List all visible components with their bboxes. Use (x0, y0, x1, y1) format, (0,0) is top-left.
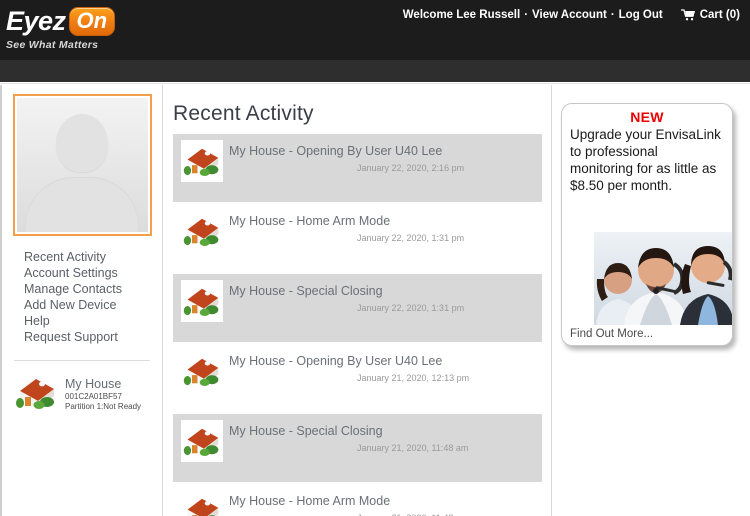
avatar[interactable] (12, 94, 152, 236)
house-icon (181, 490, 223, 516)
activity-title: My House - Opening By User U40 Lee (229, 144, 443, 158)
activity-title: My House - Special Closing (229, 284, 383, 298)
page-root: Eyez On See What Matters Welcome Lee Rus… (0, 0, 750, 516)
welcome-text: Welcome Lee Russell (402, 9, 521, 21)
house-icon (14, 375, 58, 411)
house-icon (181, 420, 223, 462)
house-icon (181, 210, 223, 252)
activity-title: My House - Home Arm Mode (229, 494, 391, 508)
view-account-link[interactable]: View Account (532, 9, 607, 21)
logo-text-main: Eyez (6, 6, 66, 36)
activity-text: My House - Home Arm Mode January 22, 2020… (229, 210, 542, 244)
promo-body-text: Upgrade your EnvisaLink to professional … (570, 127, 721, 193)
activity-row[interactable]: My House - Special Closing January 21, 20… (173, 414, 542, 482)
activity-row[interactable]: My House - Home Arm Mode January 21, 2020… (173, 484, 542, 516)
activity-timestamp: January 22, 2020, 1:31 pm (357, 233, 465, 243)
activity-row[interactable]: My House - Special Closing January 22, 20… (173, 274, 542, 342)
house-icon (181, 350, 223, 392)
house-icon (181, 280, 223, 322)
main-content: Recent Activity My House - Opening By Us… (164, 85, 552, 516)
header-nav: Welcome Lee Russell · View Account · Log… (403, 9, 740, 21)
activity-text: My House - Special Closing January 21, 20… (229, 420, 542, 454)
device-id: 001C2A01BF57 (65, 392, 122, 401)
promo-column: NEW Upgrade your EnvisaLink to professio… (553, 85, 750, 516)
sidebar-item-recent-activity[interactable]: Recent Activity (24, 250, 162, 266)
nav-separator-1: · (524, 9, 529, 21)
device-status: Partition 1:Not Ready (65, 402, 142, 411)
sidebar-item-account-settings[interactable]: Account Settings (24, 266, 162, 282)
activity-text: My House - Home Arm Mode January 21, 2020… (229, 490, 542, 516)
sidebar-item-manage-contacts[interactable]: Manage Contacts (24, 282, 162, 298)
logo-badge-on: On (68, 6, 116, 36)
sidebar-device-item[interactable]: My House 001C2A01BF57 Partition 1:Not Re… (14, 375, 162, 412)
nav-separator-2: · (610, 9, 615, 21)
logo-tagline: See What Matters (6, 39, 99, 51)
shopping-cart-icon (680, 9, 695, 21)
activity-text: My House - Special Closing January 22, 20… (229, 280, 542, 314)
find-out-more-link[interactable]: Find Out More... (570, 328, 653, 340)
secondary-navbar (0, 60, 750, 82)
activity-text: My House - Opening By User U40 Lee Januar… (229, 350, 542, 384)
house-icon (181, 140, 223, 182)
device-info: My House 001C2A01BF57 Partition 1:Not Re… (65, 375, 141, 412)
device-name: My House (65, 377, 122, 391)
activity-title: My House - Opening By User U40 Lee (229, 354, 443, 368)
activity-timestamp: January 22, 2020, 1:31 pm (357, 303, 465, 313)
cart-label: Cart (0) (699, 9, 740, 21)
sidebar-item-help[interactable]: Help (24, 314, 162, 330)
site-header: Eyez On See What Matters Welcome Lee Rus… (0, 0, 750, 60)
sidebar-divider (14, 360, 150, 361)
sidebar-item-add-new-device[interactable]: Add New Device (24, 298, 162, 314)
sidebar: Recent Activity Account Settings Manage … (0, 85, 163, 516)
cart-link[interactable]: Cart (0) (680, 9, 740, 21)
avatar-head-shape (56, 114, 108, 172)
sidebar-menu: Recent Activity Account Settings Manage … (24, 250, 162, 346)
site-logo[interactable]: Eyez On See What Matters (6, 6, 176, 54)
activity-row[interactable]: My House - Opening By User U40 Lee Januar… (173, 344, 542, 412)
page-title: Recent Activity (173, 102, 314, 125)
logo-row: Eyez On (6, 6, 176, 36)
activity-text: My House - Opening By User U40 Lee Januar… (229, 140, 542, 174)
activity-title: My House - Home Arm Mode (229, 214, 391, 228)
call-center-agents-photo (594, 232, 732, 325)
activity-row[interactable]: My House - Opening By User U40 Lee Januar… (173, 134, 542, 202)
activity-timestamp: January 21, 2020, 11:48 am (357, 512, 542, 516)
promo-card[interactable]: NEW Upgrade your EnvisaLink to professio… (561, 103, 733, 346)
activity-timestamp: January 21, 2020, 11:48 am (357, 443, 469, 453)
activity-row[interactable]: My House - Home Arm Mode January 22, 2020… (173, 204, 542, 272)
user-avatar-placeholder-icon (16, 98, 148, 232)
activity-timestamp: January 21, 2020, 12:13 pm (357, 373, 470, 383)
activity-timestamp: January 22, 2020, 2:16 pm (357, 163, 465, 173)
sidebar-item-request-support[interactable]: Request Support (24, 330, 162, 346)
header-underline (0, 82, 750, 84)
promo-new-badge: NEW (630, 109, 664, 125)
log-out-link[interactable]: Log Out (619, 9, 663, 21)
activity-title: My House - Special Closing (229, 424, 383, 438)
activity-list: My House - Opening By User U40 Lee Januar… (164, 134, 551, 516)
avatar-body-shape (26, 178, 138, 232)
